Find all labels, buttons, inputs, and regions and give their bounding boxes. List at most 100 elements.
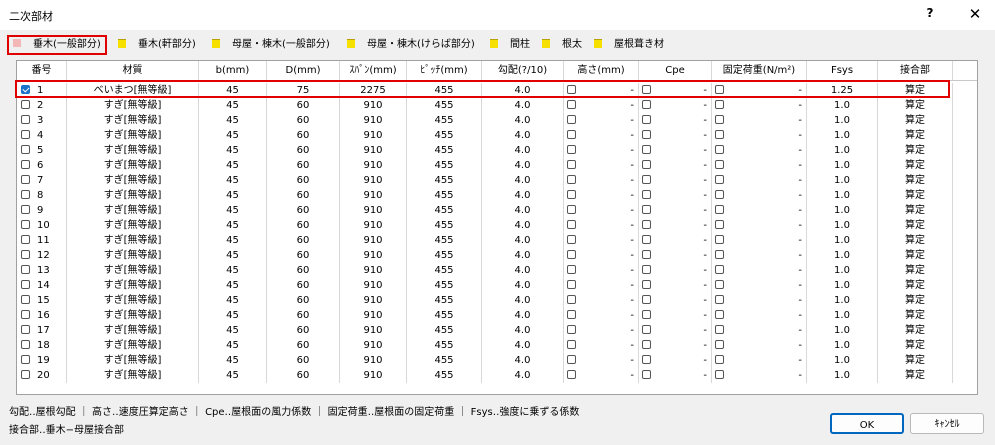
span-cell[interactable]: 910 [340, 248, 407, 263]
row-checkbox[interactable] [21, 235, 30, 244]
fsys-cell[interactable]: 1.0 [807, 128, 878, 143]
d-cell[interactable]: 60 [267, 173, 340, 188]
span-cell[interactable]: 910 [340, 353, 407, 368]
load-checkbox[interactable] [715, 310, 724, 319]
d-cell[interactable]: 60 [267, 248, 340, 263]
cpe-checkbox[interactable] [642, 130, 651, 139]
joint-cell[interactable]: 算定 [878, 233, 953, 248]
cpe-checkbox[interactable] [642, 205, 651, 214]
cancel-button[interactable]: ｷｬﾝｾﾙ [910, 413, 984, 434]
cpe-cell[interactable]: - [639, 263, 712, 278]
table-row[interactable]: 10 すぎ[無等級] 45 60 910 455 4.0- - -1.0 算定 [17, 218, 977, 233]
height-checkbox[interactable] [567, 115, 576, 124]
tab-0[interactable]: 垂木(一般部分) [7, 35, 107, 55]
table-row[interactable]: 16 すぎ[無等級] 45 60 910 455 4.0- - -1.0 算定 [17, 308, 977, 323]
span-cell[interactable]: 910 [340, 128, 407, 143]
slope-cell[interactable]: 4.0 [482, 128, 564, 143]
height-checkbox[interactable] [567, 100, 576, 109]
slope-cell[interactable]: 4.0 [482, 158, 564, 173]
slope-cell[interactable]: 4.0 [482, 233, 564, 248]
load-checkbox[interactable] [715, 190, 724, 199]
row-number-cell[interactable]: 12 [17, 248, 67, 263]
pitch-cell[interactable]: 455 [407, 158, 482, 173]
pitch-cell[interactable]: 455 [407, 293, 482, 308]
column-header-load[interactable]: 固定荷重(N/m²) [712, 61, 807, 80]
close-button[interactable]: ✕ [963, 3, 987, 25]
height-checkbox[interactable] [567, 220, 576, 229]
fsys-cell[interactable]: 1.0 [807, 188, 878, 203]
cpe-cell[interactable]: - [639, 353, 712, 368]
load-checkbox[interactable] [715, 295, 724, 304]
table-row[interactable]: 8 すぎ[無等級] 45 60 910 455 4.0- - -1.0 算定 [17, 188, 977, 203]
cpe-checkbox[interactable] [642, 235, 651, 244]
row-checkbox[interactable] [21, 145, 30, 154]
cpe-checkbox[interactable] [642, 280, 651, 289]
height-cell[interactable]: - [564, 188, 639, 203]
height-cell[interactable]: - [564, 233, 639, 248]
row-checkbox[interactable] [21, 160, 30, 169]
material-cell[interactable]: すぎ[無等級] [67, 218, 199, 233]
load-cell[interactable]: - [712, 368, 807, 383]
height-checkbox[interactable] [567, 145, 576, 154]
b-cell[interactable]: 45 [199, 113, 267, 128]
fsys-cell[interactable]: 1.0 [807, 368, 878, 383]
tab-3[interactable]: 母屋・棟木(けらば部分) [347, 35, 475, 55]
height-checkbox[interactable] [567, 310, 576, 319]
pitch-cell[interactable]: 455 [407, 113, 482, 128]
ok-button[interactable]: OK [830, 413, 904, 434]
material-cell[interactable]: すぎ[無等級] [67, 98, 199, 113]
slope-cell[interactable]: 4.0 [482, 353, 564, 368]
row-number-cell[interactable]: 4 [17, 128, 67, 143]
fsys-cell[interactable]: 1.0 [807, 203, 878, 218]
row-number-cell[interactable]: 11 [17, 233, 67, 248]
load-cell[interactable]: - [712, 308, 807, 323]
material-cell[interactable]: すぎ[無等級] [67, 128, 199, 143]
slope-cell[interactable]: 4.0 [482, 278, 564, 293]
cpe-checkbox[interactable] [642, 100, 651, 109]
height-cell[interactable]: - [564, 98, 639, 113]
row-checkbox[interactable] [21, 100, 30, 109]
pitch-cell[interactable]: 455 [407, 173, 482, 188]
height-cell[interactable]: - [564, 308, 639, 323]
load-checkbox[interactable] [715, 205, 724, 214]
tab-2[interactable]: 母屋・棟木(一般部分) [212, 35, 330, 55]
b-cell[interactable]: 45 [199, 353, 267, 368]
material-cell[interactable]: すぎ[無等級] [67, 233, 199, 248]
cpe-cell[interactable]: - [639, 143, 712, 158]
cpe-cell[interactable]: - [639, 188, 712, 203]
tab-6[interactable]: 屋根葺き材 [594, 35, 664, 55]
tab-5[interactable]: 根太 [542, 35, 582, 55]
joint-cell[interactable]: 算定 [878, 353, 953, 368]
span-cell[interactable]: 910 [340, 173, 407, 188]
column-header-cpe[interactable]: Cpe [639, 61, 712, 80]
row-number-cell[interactable]: 13 [17, 263, 67, 278]
row-checkbox[interactable] [21, 370, 30, 379]
joint-cell[interactable]: 算定 [878, 113, 953, 128]
pitch-cell[interactable]: 455 [407, 353, 482, 368]
cpe-cell[interactable]: - [639, 278, 712, 293]
b-cell[interactable]: 45 [199, 173, 267, 188]
load-cell[interactable]: - [712, 188, 807, 203]
cpe-checkbox[interactable] [642, 355, 651, 364]
table-row[interactable]: 4 すぎ[無等級] 45 60 910 455 4.0- - -1.0 算定 [17, 128, 977, 143]
slope-cell[interactable]: 4.0 [482, 143, 564, 158]
row-number-cell[interactable]: 15 [17, 293, 67, 308]
load-cell[interactable]: - [712, 278, 807, 293]
tab-1[interactable]: 垂木(軒部分) [118, 35, 196, 55]
material-cell[interactable]: すぎ[無等級] [67, 203, 199, 218]
joint-cell[interactable]: 算定 [878, 158, 953, 173]
pitch-cell[interactable]: 455 [407, 188, 482, 203]
row-number-cell[interactable]: 3 [17, 113, 67, 128]
load-cell[interactable]: - [712, 248, 807, 263]
load-cell[interactable]: - [712, 218, 807, 233]
cpe-cell[interactable]: - [639, 128, 712, 143]
span-cell[interactable]: 910 [340, 113, 407, 128]
d-cell[interactable]: 60 [267, 338, 340, 353]
joint-cell[interactable]: 算定 [878, 188, 953, 203]
slope-cell[interactable]: 4.0 [482, 293, 564, 308]
b-cell[interactable]: 45 [199, 308, 267, 323]
row-checkbox[interactable] [21, 340, 30, 349]
d-cell[interactable]: 60 [267, 353, 340, 368]
row-number-cell[interactable]: 5 [17, 143, 67, 158]
d-cell[interactable]: 60 [267, 128, 340, 143]
